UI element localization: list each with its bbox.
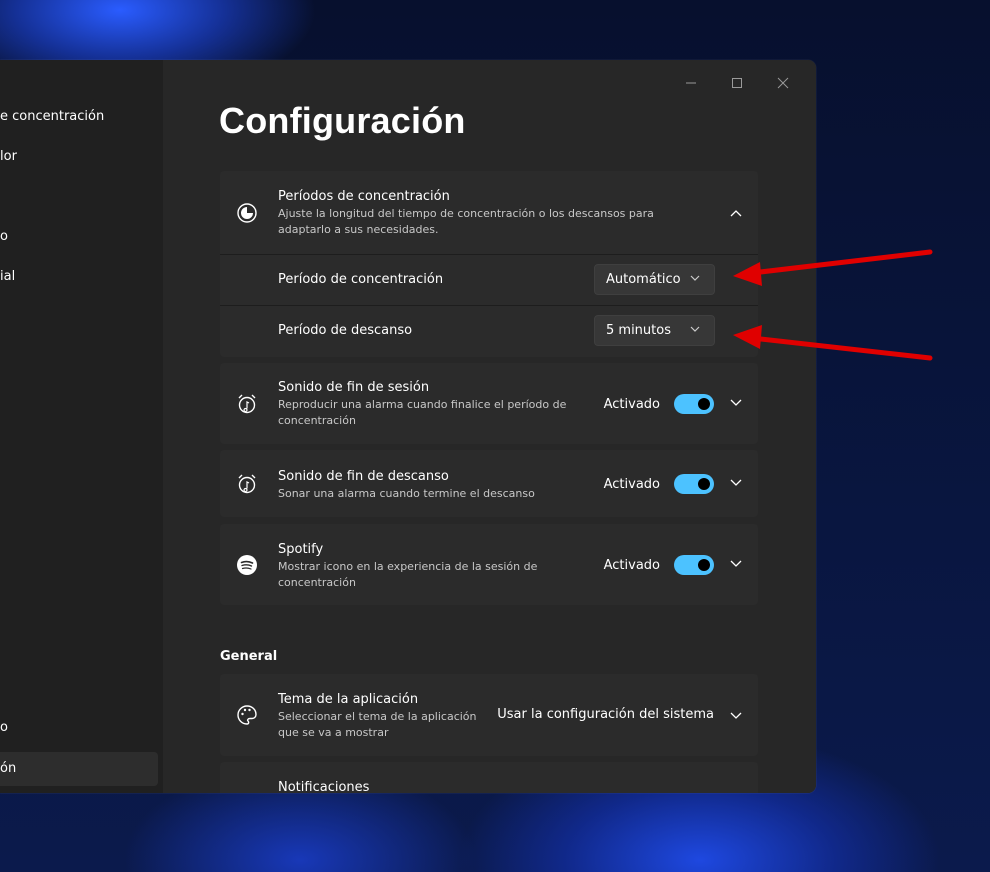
caption-buttons: [668, 68, 806, 98]
session-sound-toggle[interactable]: [674, 394, 714, 414]
break-period-dropdown[interactable]: 5 minutos: [594, 315, 715, 346]
break-sound-state: Activado: [603, 476, 660, 492]
general-section-title: General: [220, 649, 278, 664]
palette-icon: [235, 703, 259, 727]
break-sound-card[interactable]: Sonido de fin de descanso Sonar una alar…: [220, 450, 758, 517]
chevron-down-icon[interactable]: [728, 475, 744, 491]
toggle-knob: [698, 559, 710, 571]
app-theme-title: Tema de la aplicación: [278, 692, 419, 707]
spotify-desc-2: concentración: [278, 576, 356, 589]
sidebar-item-settings[interactable]: ón: [0, 752, 158, 786]
notifications-title: Notificaciones: [278, 780, 370, 793]
focus-period-dropdown[interactable]: Automático: [594, 264, 715, 295]
minimize-button[interactable]: [668, 68, 714, 98]
sidebar-item-label: lor: [0, 149, 17, 164]
break-sound-desc-1: Sonar una alarma cuando termine el desca…: [278, 487, 535, 500]
maximize-button[interactable]: [714, 68, 760, 98]
timer-icon: [235, 201, 259, 225]
break-period-label: Período de descanso: [278, 323, 413, 338]
sidebar-item-label: o: [0, 229, 8, 244]
focus-periods-title: Períodos de concentración: [278, 189, 450, 204]
app-theme-desc-1: Seleccionar el tema de la aplicación: [278, 710, 477, 723]
sidebar-item-label: ón: [0, 761, 17, 776]
sidebar-item-focus[interactable]: e concentración: [0, 100, 104, 134]
focus-periods-header[interactable]: Períodos de concentración Ajuste la long…: [220, 171, 758, 254]
spotify-toggle-wrap: Activado: [604, 555, 714, 575]
spotify-icon: [235, 553, 259, 577]
spotify-toggle[interactable]: [674, 555, 714, 575]
spotify-card[interactable]: Spotify Mostrar icono en la experiencia …: [220, 524, 758, 605]
sidebar-item-label: e concentración: [0, 109, 105, 124]
maximize-icon: [732, 78, 742, 88]
minimize-icon: [686, 82, 696, 84]
spotify-state: Activado: [603, 557, 660, 573]
chevron-down-icon[interactable]: [728, 556, 744, 572]
break-sound-title: Sonido de fin de descanso: [278, 469, 449, 484]
session-sound-card[interactable]: Sonido de fin de sesión Reproducir una a…: [220, 363, 758, 444]
page-title: Configuración: [219, 100, 466, 141]
session-sound-toggle-wrap: Activado: [604, 394, 714, 414]
app-theme-desc-2: que se va a mostrar: [278, 726, 389, 739]
break-period-row: Período de descanso 5 minutos: [220, 305, 758, 357]
notifications-card[interactable]: Notificaciones: [220, 762, 758, 793]
chevron-down-icon[interactable]: [728, 395, 744, 411]
toggle-knob: [698, 478, 710, 490]
sidebar-item-label: o: [0, 720, 8, 735]
sidebar-item-2[interactable]: lor: [0, 140, 17, 174]
close-icon: [777, 77, 789, 89]
spotify-title: Spotify: [278, 542, 324, 557]
session-sound-state: Activado: [603, 396, 660, 412]
focus-periods-desc-2: adaptarlo a sus necesidades.: [278, 223, 439, 236]
chevron-down-icon: [690, 273, 700, 284]
focus-period-value: Automático: [606, 272, 681, 287]
settings-window: e concentración lor o ial o ón Configura…: [0, 60, 816, 793]
app-theme-card[interactable]: Tema de la aplicación Seleccionar el tem…: [220, 674, 758, 756]
spotify-desc-1: Mostrar icono en la experiencia de la se…: [278, 560, 538, 573]
sidebar-item-3[interactable]: o: [0, 220, 8, 254]
chevron-up-icon[interactable]: [728, 205, 744, 221]
chevron-down-icon[interactable]: [728, 708, 744, 724]
break-sound-toggle-wrap: Activado: [604, 474, 714, 494]
break-period-value: 5 minutos: [606, 323, 671, 338]
sidebar-item-5[interactable]: o: [0, 711, 8, 745]
focus-periods-desc-1: Ajuste la longitud del tiempo de concent…: [278, 207, 654, 220]
chevron-down-icon: [690, 324, 700, 335]
toggle-knob: [698, 398, 710, 410]
main-content: Configuración Períodos de concentración …: [163, 60, 816, 793]
app-theme-value: Usar la configuración del sistema: [497, 707, 714, 722]
session-sound-desc-1: Reproducir una alarma cuando finalice el…: [278, 398, 567, 411]
alarm-clock-icon: [235, 392, 259, 416]
focus-period-row: Período de concentración Automático: [220, 254, 758, 306]
focus-period-label: Período de concentración: [278, 272, 444, 287]
sidebar-item-4[interactable]: ial: [0, 260, 15, 294]
break-sound-toggle[interactable]: [674, 474, 714, 494]
session-sound-title: Sonido de fin de sesión: [278, 380, 430, 395]
alarm-clock-icon: [235, 472, 259, 496]
close-button[interactable]: [760, 68, 806, 98]
sidebar-item-label: ial: [0, 269, 16, 284]
focus-periods-card: Períodos de concentración Ajuste la long…: [220, 171, 758, 357]
session-sound-desc-2: concentración: [278, 414, 356, 427]
sidebar: e concentración lor o ial o ón: [0, 60, 163, 793]
